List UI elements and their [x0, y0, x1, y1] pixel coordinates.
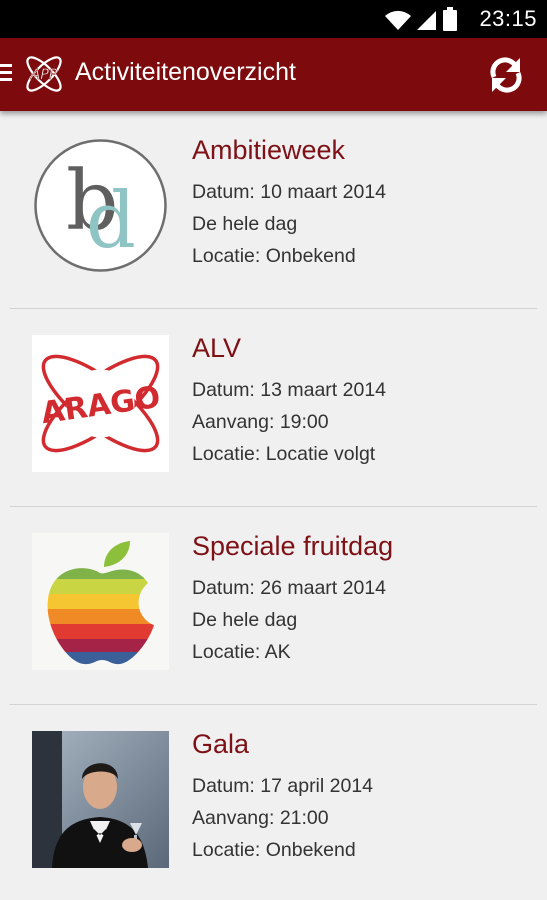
activity-title: ALV	[192, 333, 242, 363]
activity-date: Datum: 26 maart 2014	[192, 577, 387, 599]
activity-date: Datum: 10 maart 2014	[192, 181, 387, 203]
activity-list: b d Ambitieweek Datum: 10 maart 2014 De …	[0, 111, 547, 900]
list-item[interactable]: Gala Datum: 17 april 2014 Aanvang: 21:00…	[0, 705, 547, 900]
status-time: 23:15	[479, 6, 537, 31]
status-icons	[385, 7, 457, 31]
activity-title: Ambitieweek	[192, 135, 346, 165]
battery-icon	[443, 7, 457, 31]
activity-time: Aanvang: 21:00	[192, 807, 329, 829]
refresh-icon[interactable]	[487, 56, 525, 94]
fruit-apple-image	[32, 533, 169, 670]
activity-location: Locatie: Locatie volgt	[192, 443, 376, 465]
status-bar: 23:15	[0, 0, 547, 38]
svg-text:APP: APP	[30, 67, 58, 83]
app-logo-icon[interactable]: APP	[20, 50, 68, 98]
list-item[interactable]: Speciale fruitdag Datum: 26 maart 2014 D…	[0, 507, 547, 705]
menu-icon[interactable]	[0, 64, 12, 84]
activity-location: Locatie: AK	[192, 641, 291, 663]
signal-icon	[417, 11, 436, 30]
bd-logo-image: b d	[32, 137, 169, 274]
list-item[interactable]: ARAGO ALV Datum: 13 maart 2014 Aanvang: …	[0, 309, 547, 507]
svg-text:d: d	[86, 176, 136, 266]
page-title: Activiteitenoverzicht	[75, 58, 296, 86]
activity-time: Aanvang: 19:00	[192, 411, 329, 433]
gala-photo	[32, 731, 169, 868]
activity-date: Datum: 17 april 2014	[192, 775, 374, 797]
activity-location: Locatie: Onbekend	[192, 839, 356, 861]
activity-time: De hele dag	[192, 609, 298, 631]
activity-title: Speciale fruitdag	[192, 531, 394, 561]
action-bar: APP Activiteitenoverzicht	[0, 38, 547, 111]
activity-date: Datum: 13 maart 2014	[192, 379, 387, 401]
activity-title: Gala	[192, 729, 250, 759]
wifi-icon	[385, 10, 411, 30]
arago-logo-image: ARAGO	[32, 335, 169, 472]
list-item[interactable]: b d Ambitieweek Datum: 10 maart 2014 De …	[0, 111, 547, 309]
activity-location: Locatie: Onbekend	[192, 245, 356, 267]
activity-time: De hele dag	[192, 213, 298, 235]
